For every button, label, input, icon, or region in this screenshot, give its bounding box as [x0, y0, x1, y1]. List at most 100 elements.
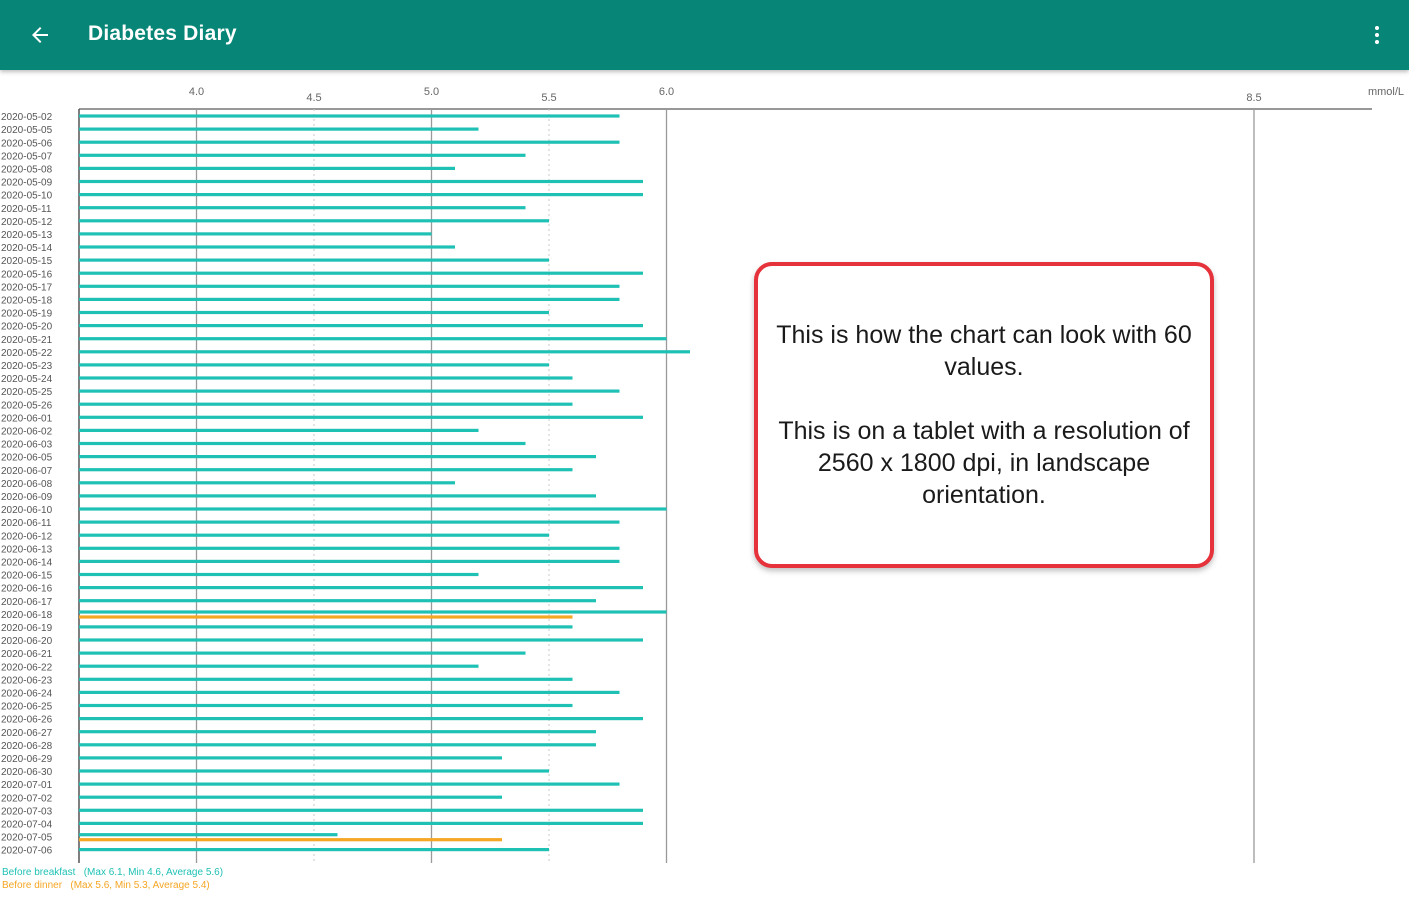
y-tick-label: 2020-05-20 [1, 322, 53, 333]
bar [79, 833, 338, 837]
y-tick-label: 2020-06-07 [1, 466, 53, 477]
bar [79, 638, 643, 642]
y-tick-label: 2020-06-28 [1, 741, 53, 752]
legend-entry-before-dinner: Before dinner (Max 5.6, Min 5.3, Average… [2, 879, 210, 892]
bar [79, 153, 526, 157]
x-tick-label: 6.0 [659, 86, 674, 98]
y-tick-label: 2020-05-13 [1, 230, 53, 241]
bar [79, 559, 620, 563]
x-tick-label: 4.0 [189, 86, 204, 98]
more-vert-icon [1375, 26, 1379, 44]
y-tick-label: 2020-05-11 [1, 204, 52, 215]
bar [79, 756, 502, 760]
y-tick-label: 2020-07-03 [1, 806, 53, 817]
y-tick-label: 2020-06-23 [1, 675, 53, 686]
y-tick-label: 2020-06-14 [1, 558, 53, 569]
y-tick-label: 2020-05-21 [1, 335, 53, 346]
y-tick-label: 2020-05-02 [1, 112, 53, 123]
y-tick-label: 2020-05-07 [1, 151, 53, 162]
y-tick-label: 2020-06-27 [1, 728, 53, 739]
bar [79, 140, 620, 144]
x-tick-label: 5.0 [424, 86, 439, 98]
y-tick-label: 2020-06-29 [1, 754, 53, 765]
bar [79, 415, 643, 419]
y-tick-label: 2020-05-12 [1, 217, 53, 228]
y-tick-label: 2020-06-17 [1, 597, 53, 608]
bar [79, 258, 549, 262]
x-tick-label: 8.5 [1246, 92, 1261, 104]
bar [79, 664, 479, 668]
bar [79, 507, 667, 511]
bar [79, 651, 526, 655]
bar [79, 206, 526, 210]
app-title: Diabetes Diary [88, 22, 237, 45]
y-tick-label: 2020-06-22 [1, 662, 53, 673]
y-tick-label: 2020-05-22 [1, 348, 53, 359]
y-tick-label: 2020-06-05 [1, 453, 53, 464]
legend-entry-before-breakfast: Before breakfast (Max 6.1, Min 4.6, Aver… [2, 866, 223, 879]
bar [79, 677, 573, 681]
bar [79, 297, 620, 301]
bar [79, 337, 667, 341]
callout-text-1: This is how the chart can look with 60 v… [776, 321, 1192, 381]
bar [79, 494, 596, 498]
bar [79, 717, 643, 721]
info-callout: This is how the chart can look with 60 v… [754, 262, 1214, 568]
y-tick-label: 2020-06-10 [1, 505, 53, 516]
y-tick-label: 2020-06-11 [1, 518, 52, 529]
bar [79, 179, 643, 184]
y-tick-label: 2020-06-18 [1, 610, 53, 621]
y-tick-label: 2020-06-03 [1, 440, 53, 451]
y-tick-label: 2020-07-02 [1, 793, 53, 804]
y-tick-label: 2020-06-13 [1, 544, 53, 555]
bar [79, 808, 643, 812]
y-tick-label: 2020-06-21 [1, 649, 53, 660]
x-tick-label: 5.5 [541, 92, 556, 104]
legend-series-name: Before breakfast [2, 867, 76, 878]
legend-series-name: Before dinner [2, 880, 63, 891]
bar [79, 350, 690, 354]
y-tick-label: 2020-05-19 [1, 309, 53, 320]
y-tick-label: 2020-06-16 [1, 584, 53, 595]
bar [79, 572, 479, 577]
bar [79, 193, 643, 197]
bar [79, 533, 549, 537]
bar [79, 520, 620, 524]
y-tick-label: 2020-07-01 [1, 780, 53, 791]
y-tick-label: 2020-05-25 [1, 387, 53, 398]
y-tick-label: 2020-05-08 [1, 165, 53, 176]
bar [79, 481, 455, 485]
bar [79, 625, 573, 629]
y-tick-label: 2020-05-16 [1, 269, 53, 280]
y-tick-label: 2020-06-20 [1, 636, 53, 647]
bar [79, 271, 643, 275]
bar [79, 468, 573, 472]
bar [79, 389, 620, 393]
unit-label: mmol/L [1368, 86, 1404, 98]
y-tick-label: 2020-06-26 [1, 715, 53, 726]
y-tick-label: 2020-05-26 [1, 400, 53, 411]
bar [79, 821, 643, 825]
more-options-button[interactable] [1359, 17, 1395, 53]
y-tick-label: 2020-05-17 [1, 282, 53, 293]
bar [79, 599, 596, 603]
y-tick-label: 2020-06-09 [1, 492, 53, 503]
bar [79, 219, 549, 223]
bar [79, 114, 620, 118]
bar [79, 838, 502, 842]
legend-series-summary: (Max 6.1, Min 4.6, Average 5.6) [83, 867, 224, 878]
x-tick-label: 4.5 [306, 92, 321, 104]
bar [79, 782, 620, 786]
bar [79, 690, 620, 694]
y-tick-label: 2020-05-06 [1, 138, 53, 149]
bar [79, 402, 573, 406]
back-button[interactable] [22, 17, 58, 53]
y-tick-label: 2020-06-25 [1, 702, 53, 713]
y-tick-label: 2020-05-09 [1, 178, 53, 189]
y-tick-label: 2020-07-05 [1, 833, 53, 844]
callout-text-2: This is on a tablet with a resolution of… [778, 417, 1190, 509]
y-tick-label: 2020-06-12 [1, 531, 53, 542]
y-tick-label: 2020-05-18 [1, 296, 53, 307]
arrow-left-icon [32, 27, 48, 43]
bar [79, 703, 573, 708]
